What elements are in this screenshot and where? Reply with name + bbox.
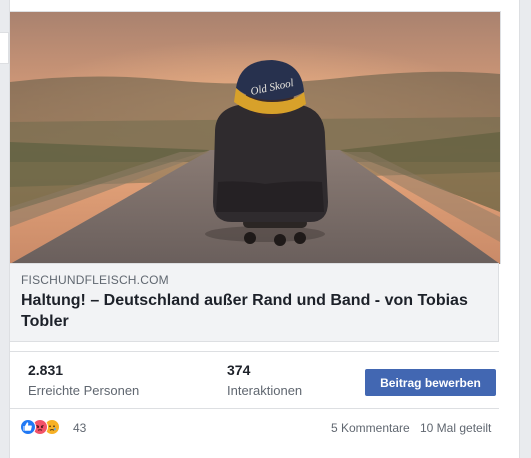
stat-reach: 2.831 Erreichte Personen — [28, 362, 139, 398]
stat-interactions: 374 Interaktionen — [227, 362, 302, 398]
shares-link[interactable]: 10 Mal geteilt — [420, 421, 491, 435]
link-preview[interactable]: FISCHUNDFLEISCH.COM Haltung! – Deutschla… — [9, 263, 499, 342]
skateboard-kid-photo: Old Skool — [10, 12, 500, 264]
interactions-count: 374 — [227, 362, 251, 378]
link-title[interactable]: Haltung! – Deutschland außer Rand und Ba… — [21, 290, 491, 332]
like-icon — [20, 419, 36, 435]
interactions-label: Interaktionen — [227, 383, 303, 398]
post-image[interactable]: Old Skool — [9, 11, 501, 264]
reaction-count: 43 — [73, 421, 87, 435]
comments-link[interactable]: 5 Kommentare — [331, 421, 410, 435]
divider — [9, 351, 499, 352]
side-panel-edge — [0, 32, 9, 64]
promote-post-button[interactable]: Beitrag bewerben — [365, 369, 496, 396]
reach-label: Erreichte Personen — [28, 383, 140, 398]
link-domain: FISCHUNDFLEISCH.COM — [21, 273, 169, 287]
reach-count: 2.831 — [28, 362, 64, 378]
divider — [9, 408, 499, 409]
